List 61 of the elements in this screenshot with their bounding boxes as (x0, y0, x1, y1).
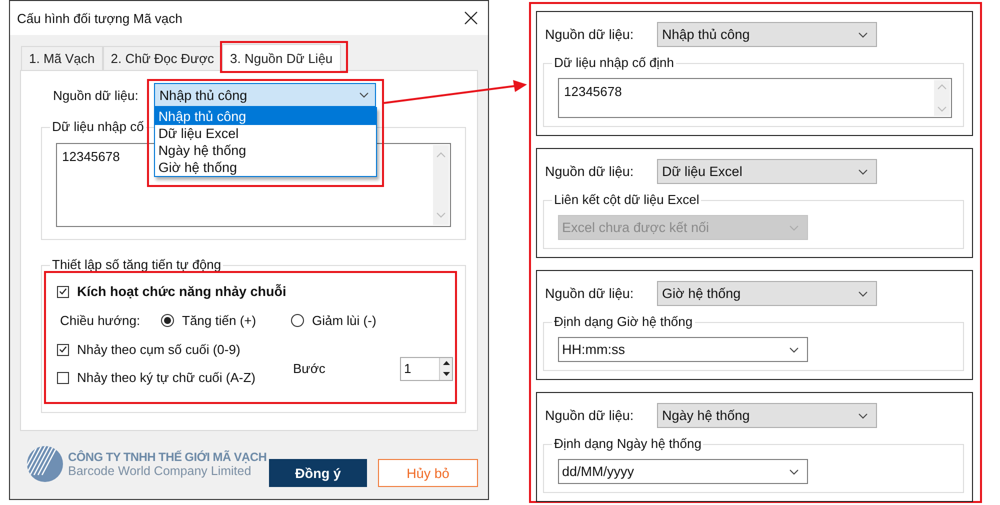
tab[interactable]: 3. Nguồn Dữ Liệu (222, 44, 341, 71)
format-dropdown: Excel chưa được kết nối (558, 215, 808, 240)
group-title: Dữ liệu nhập cố (50, 119, 146, 134)
field-label: Nguồn dữ liệu: (545, 164, 635, 179)
field-label: Nguồn dữ liệu: (545, 408, 635, 423)
chevron-down-icon (789, 468, 799, 474)
chevron-down-icon (858, 290, 868, 296)
tab[interactable]: 2. Chữ Đọc Được (102, 46, 222, 70)
field-value: 12345678 (62, 149, 120, 164)
radio-button[interactable] (161, 314, 174, 327)
group-title: Thiết lập số tăng tiến tự động (50, 257, 224, 272)
chevron-down-icon (359, 92, 370, 98)
group-title: Dữ liệu nhập cố định (552, 55, 676, 70)
checkbox-label: Nhảy theo cụm số cuối (0-9) (77, 342, 240, 357)
field-value: 12345678 (564, 84, 622, 99)
dropdown-option[interactable]: Nhập thủ công (155, 108, 376, 125)
company-subtitle: Barcode World Company Limited (68, 464, 252, 478)
format-dropdown[interactable]: dd/MM/yyyy (558, 459, 808, 484)
scrollbar[interactable] (934, 80, 950, 116)
dropdown-option[interactable]: Ngày hệ thống (155, 142, 376, 159)
number-field[interactable]: 1 (400, 356, 453, 380)
source-dropdown[interactable]: Ngày hệ thống (657, 403, 877, 428)
spin-up-button[interactable] (440, 358, 452, 368)
field-label: Nguồn dữ liệu: (545, 27, 635, 42)
radio-label: Giảm lùi (-) (312, 313, 376, 328)
chevron-down-icon (858, 32, 868, 38)
checkbox-label: Kích hoạt chức năng nhảy chuỗi (77, 284, 286, 299)
field-label: Chiều hướng: (60, 313, 142, 328)
radio-button[interactable] (291, 314, 304, 327)
down-triangle-icon (442, 372, 450, 376)
dropdown-option[interactable]: Dữ liệu Excel (155, 125, 376, 142)
scrollbar[interactable] (433, 145, 449, 225)
group-title: Định dạng Ngày hệ thống (552, 436, 704, 451)
group-title: Liên kết cột dữ liệu Excel (552, 192, 702, 207)
tab[interactable]: 1. Mã Vạch (21, 46, 103, 70)
spin-down-button[interactable] (440, 368, 452, 380)
chevron-down-icon (789, 346, 799, 352)
group-title: Định dạng Giờ hệ thống (552, 314, 695, 329)
dropdown-option[interactable]: Giờ hệ thống (155, 159, 376, 176)
close-icon[interactable] (464, 11, 478, 25)
field-value: 1 (404, 361, 412, 376)
format-dropdown[interactable]: HH:mm:ss (558, 337, 808, 362)
chevron-down-icon (789, 224, 799, 230)
company-name: CÔNG TY TNHH THẾ GIỚI MÃ VẠCH (68, 450, 267, 464)
source-dropdown[interactable]: Nhập thủ công (657, 22, 877, 47)
field-label: Bước (293, 361, 326, 376)
checkbox[interactable] (57, 344, 69, 356)
chevron-down-icon (858, 168, 868, 174)
text-area[interactable]: 12345678 (558, 78, 952, 118)
source-dropdown[interactable]: Giờ hệ thống (657, 281, 877, 306)
field-label: Nguồn dữ liệu: (545, 286, 635, 301)
checkbox-label: Nhảy theo ký tự chữ cuối (A-Z) (77, 370, 256, 385)
confirm-button[interactable]: Đồng ý (269, 459, 367, 487)
chevron-down-icon (858, 412, 868, 418)
checkbox[interactable] (57, 372, 69, 384)
logo-icon (26, 445, 64, 483)
up-triangle-icon (442, 361, 450, 365)
window-title: Cấu hình đối tượng Mã vạch (17, 10, 182, 26)
radio-label: Tăng tiến (+) (182, 313, 256, 328)
field-label: Nguồn dữ liệu: (53, 88, 138, 102)
checkbox[interactable] (57, 286, 69, 298)
